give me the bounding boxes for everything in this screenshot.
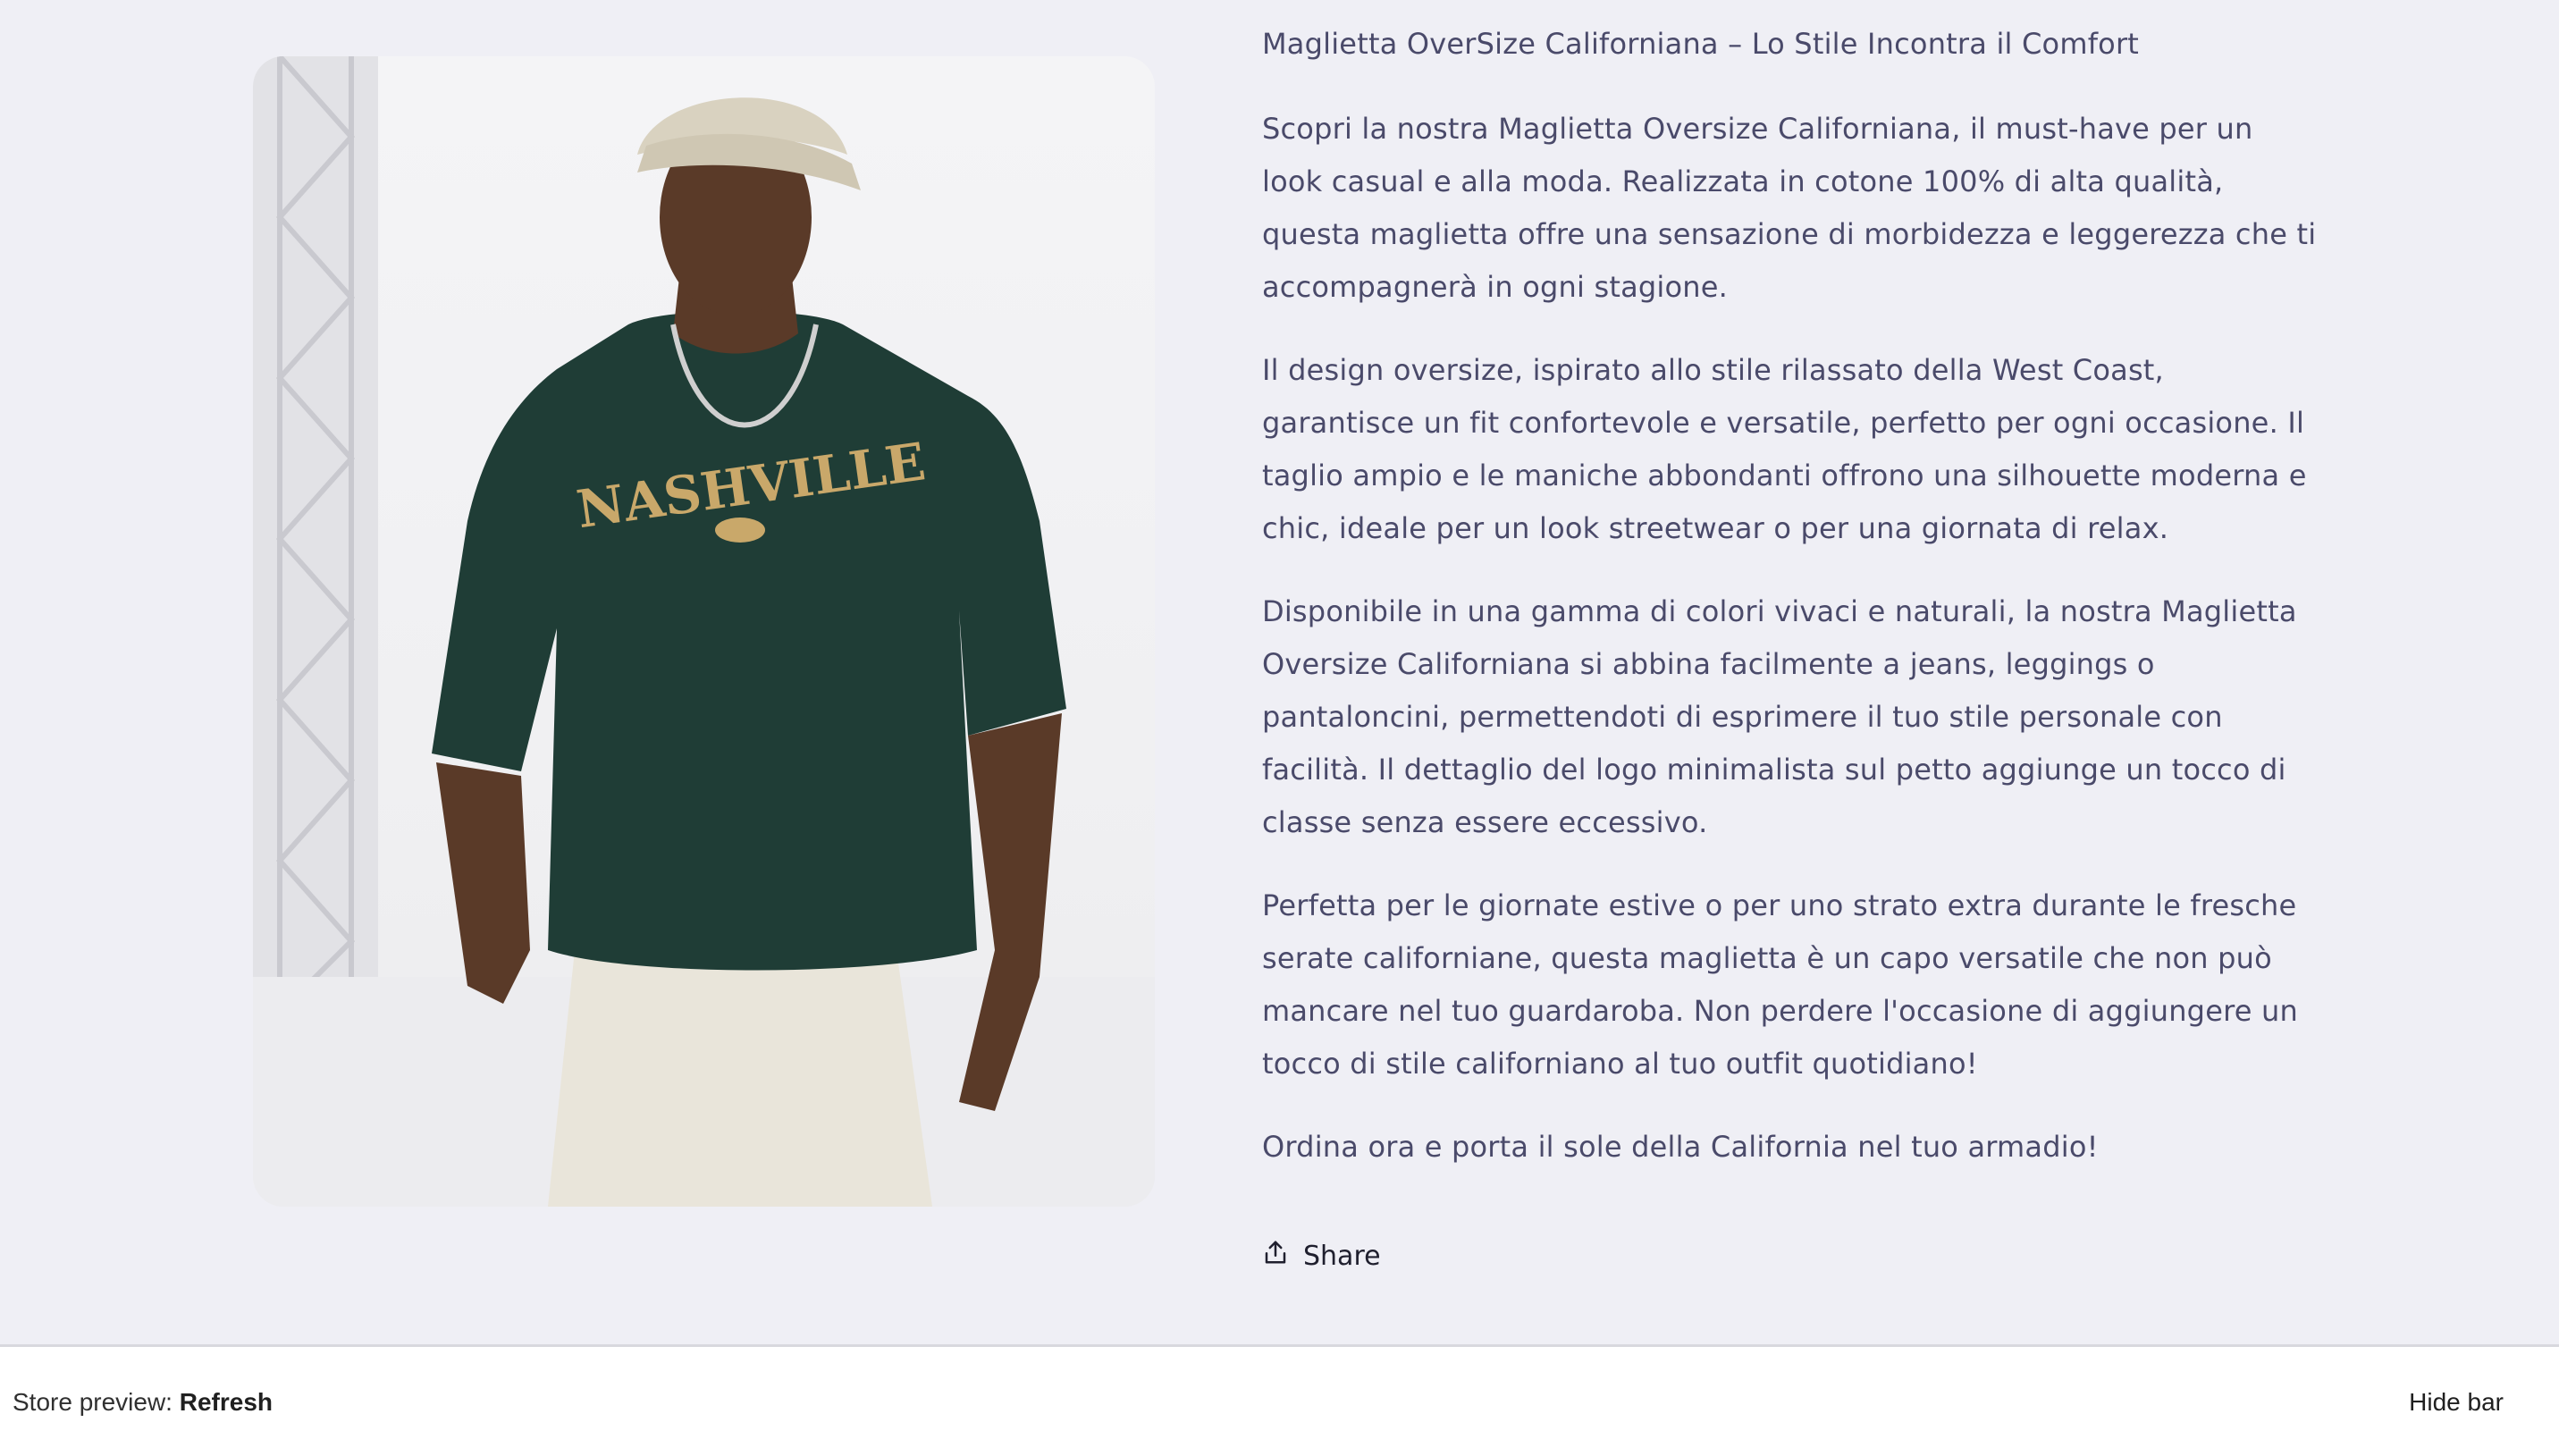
share-button[interactable]: Share [1262,1239,1381,1273]
description-paragraph-4: Perfetta per le giornate estive o per un… [1262,888,2298,1081]
product-description: Maglietta OverSize Californiana – Lo Sti… [1262,20,2317,1204]
share-label: Share [1303,1240,1381,1272]
product-photo: NASHVILLE [253,56,1155,1207]
hide-bar-button[interactable]: Hide bar [2409,1388,2504,1417]
description-paragraph-2: Il design oversize, ispirato allo stile … [1262,353,2307,545]
store-preview-status: Store preview: Refresh [13,1388,273,1417]
refresh-link[interactable]: Refresh [180,1388,273,1416]
description-paragraph-3: Disponibile in una gamma di colori vivac… [1262,594,2297,839]
share-icon [1262,1239,1289,1273]
store-preview-bar: Store preview: Refresh Hide bar [0,1344,2559,1456]
shirt [432,311,1066,971]
product-title: Maglietta OverSize Californiana – Lo Sti… [1262,27,2140,61]
description-paragraph-5: Ordina ora e porta il sole della Califor… [1262,1130,2099,1164]
store-preview-label: Store preview: [13,1388,173,1416]
product-image[interactable]: NASHVILLE [253,56,1155,1207]
description-paragraph-1: Scopri la nostra Maglietta Oversize Cali… [1262,112,2317,304]
